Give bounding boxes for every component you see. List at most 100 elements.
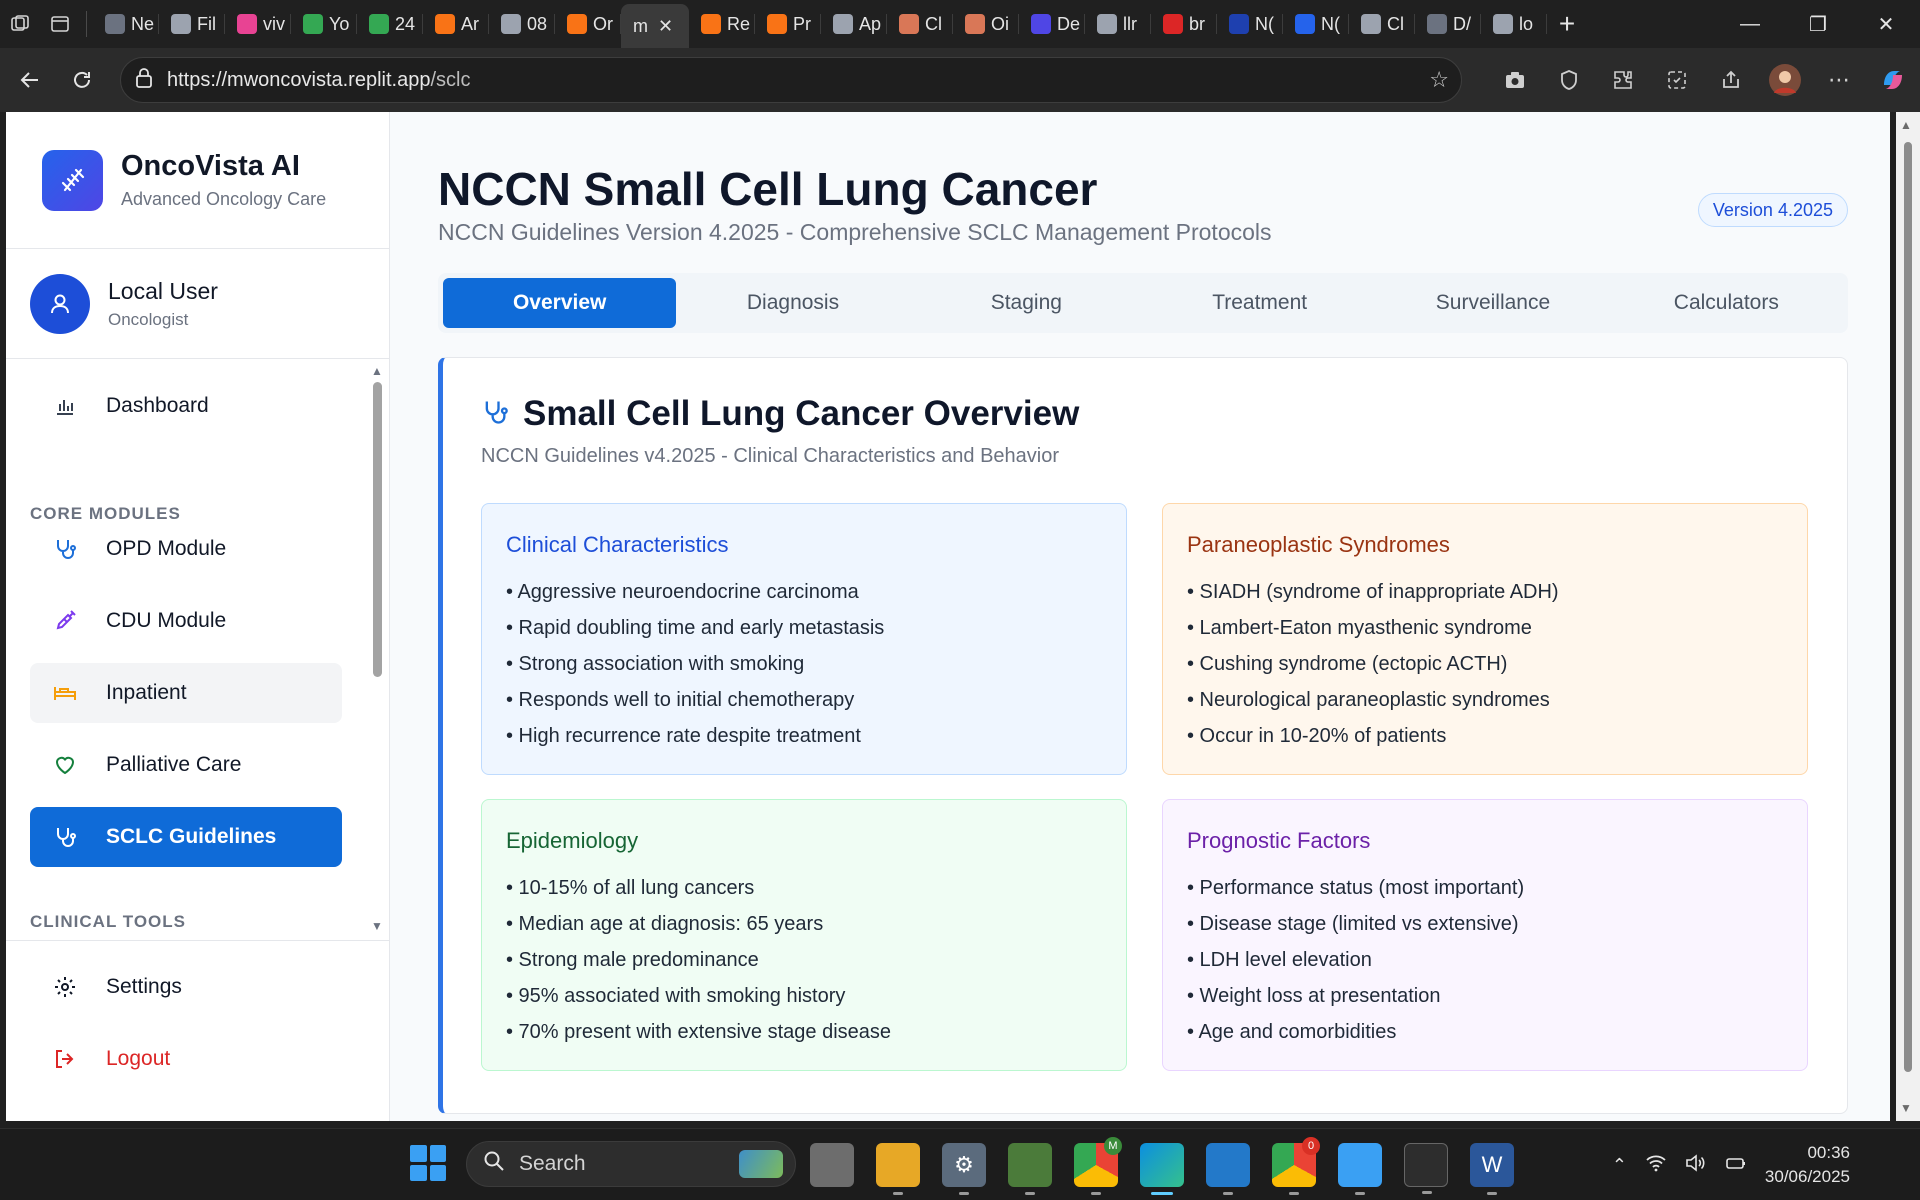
copilot-icon[interactable] bbox=[1866, 58, 1920, 102]
stethoscope-icon bbox=[52, 536, 78, 562]
list-item: • LDH level elevation bbox=[1187, 949, 1372, 971]
edge-browser-icon[interactable] bbox=[1140, 1143, 1184, 1195]
browser-tab[interactable]: N( bbox=[1217, 0, 1283, 48]
browser-tab[interactable]: Fil bbox=[159, 0, 225, 48]
sidebar-item-opd[interactable]: OPD Module bbox=[30, 519, 342, 579]
favorite-star-icon[interactable]: ☆ bbox=[1429, 67, 1449, 93]
sidebar-scrollbar[interactable]: ▲ ▼ bbox=[369, 360, 385, 937]
volume-icon[interactable] bbox=[1685, 1153, 1707, 1177]
browser-tab[interactable]: Ap bbox=[821, 0, 887, 48]
system-clock[interactable]: 00:36 30/06/2025 bbox=[1765, 1141, 1850, 1189]
sidebar-item-label: Settings bbox=[106, 975, 182, 998]
windows-start-icon[interactable] bbox=[410, 1145, 446, 1181]
tab-label: D/ bbox=[1453, 13, 1471, 34]
browser-tab[interactable]: m ✕ bbox=[621, 4, 689, 48]
address-bar[interactable]: https://mwoncovista.replit.app/sclc ☆ bbox=[120, 57, 1462, 103]
workspaces-icon[interactable] bbox=[0, 0, 40, 48]
sidebar-item-cdu[interactable]: CDU Module bbox=[30, 591, 342, 651]
card-title: Small Cell Lung Cancer Overview bbox=[523, 394, 1080, 433]
camera-icon[interactable] bbox=[1488, 58, 1542, 102]
back-button[interactable] bbox=[8, 58, 52, 102]
browser-tab[interactable]: Pr bbox=[755, 0, 821, 48]
browser-tab[interactable]: Oi bbox=[953, 0, 1019, 48]
browser-tab[interactable]: Cl bbox=[1349, 0, 1415, 48]
user-name: Local User bbox=[108, 277, 218, 304]
page-title: NCCN Small Cell Lung Cancer bbox=[438, 163, 1098, 215]
shield-icon[interactable] bbox=[1542, 58, 1596, 102]
browser-tab[interactable]: br bbox=[1151, 0, 1217, 48]
browser-tab[interactable]: Re bbox=[689, 0, 755, 48]
extensions-icon[interactable] bbox=[1596, 58, 1650, 102]
browser-tab[interactable]: viv bbox=[225, 0, 291, 48]
vscode-icon[interactable] bbox=[1206, 1143, 1250, 1195]
logout-icon bbox=[52, 1046, 78, 1072]
task-view-icon[interactable] bbox=[810, 1143, 854, 1187]
browser-tab[interactable]: D/ bbox=[1415, 0, 1481, 48]
sidebar-item-logout[interactable]: Logout bbox=[30, 1029, 342, 1089]
new-tab-button[interactable]: + bbox=[1547, 0, 1587, 48]
taskbar-search[interactable]: Search bbox=[466, 1141, 796, 1187]
word-icon[interactable]: W bbox=[1470, 1143, 1514, 1195]
prognostic-factors-box: Prognostic Factors • Performance status … bbox=[1162, 799, 1808, 1071]
browser-tab[interactable]: Cl bbox=[887, 0, 953, 48]
sidebar-item-dashboard[interactable]: Dashboard bbox=[30, 376, 342, 436]
scrollbar-thumb[interactable] bbox=[1904, 142, 1912, 1072]
sidebar-item-inpatient[interactable]: Inpatient bbox=[30, 663, 342, 723]
more-menu-icon[interactable]: ⋯ bbox=[1812, 58, 1866, 102]
restore-icon[interactable]: ❐ bbox=[1784, 0, 1852, 48]
tab-label: N( bbox=[1255, 13, 1274, 34]
browser-tab[interactable]: Yo bbox=[291, 0, 357, 48]
tab-calculators[interactable]: Calculators bbox=[1610, 278, 1843, 328]
browser-tab[interactable]: llr bbox=[1085, 0, 1151, 48]
clock-time: 00:36 bbox=[1807, 1143, 1850, 1162]
minimize-icon[interactable]: — bbox=[1716, 0, 1784, 48]
tab-staging[interactable]: Staging bbox=[910, 278, 1143, 328]
scroll-up-icon[interactable]: ▲ bbox=[1900, 118, 1912, 132]
chrome-icon[interactable]: 0 bbox=[1272, 1137, 1320, 1195]
list-item: • Strong association with smoking bbox=[506, 653, 805, 675]
browser-tab[interactable]: 24 bbox=[357, 0, 423, 48]
list-item: • Occur in 10-20% of patients bbox=[1187, 725, 1447, 747]
browser-tab[interactable]: Or bbox=[555, 0, 621, 48]
tab-overview[interactable]: Overview bbox=[443, 278, 677, 328]
tab-diagnosis[interactable]: Diagnosis bbox=[676, 278, 909, 328]
scroll-down-icon[interactable]: ▼ bbox=[1900, 1101, 1912, 1115]
browser-tab[interactable]: lo bbox=[1481, 0, 1547, 48]
browser-tab[interactable]: N( bbox=[1283, 0, 1349, 48]
taskbar: Search ⚙ M 0 W ⌃ 00:36 30/06/2025 bbox=[0, 1128, 1920, 1200]
syringe-icon bbox=[52, 608, 78, 634]
refresh-button[interactable] bbox=[60, 58, 104, 102]
terminal-icon[interactable] bbox=[1404, 1143, 1448, 1194]
scrollbar-thumb[interactable] bbox=[373, 382, 382, 677]
wifi-icon[interactable] bbox=[1645, 1154, 1667, 1177]
sidebar-item-palliative[interactable]: Palliative Care bbox=[30, 735, 342, 795]
scroll-down-icon[interactable]: ▼ bbox=[371, 919, 383, 933]
sidebar-item-sclc[interactable]: SCLC Guidelines bbox=[30, 807, 342, 867]
battery-icon[interactable] bbox=[1725, 1154, 1747, 1177]
system-tray: ⌃ 00:36 30/06/2025 bbox=[1612, 1129, 1920, 1200]
file-explorer-icon[interactable] bbox=[876, 1143, 920, 1195]
notepad-icon[interactable] bbox=[1338, 1143, 1382, 1195]
browser-tab[interactable]: De bbox=[1019, 0, 1085, 48]
browser-tab[interactable]: 08 bbox=[489, 0, 555, 48]
tab-label: lo bbox=[1519, 13, 1534, 34]
close-tab-icon[interactable]: ✕ bbox=[658, 16, 673, 37]
vertical-tabs-icon[interactable] bbox=[40, 0, 80, 48]
tab-surveillance[interactable]: Surveillance bbox=[1376, 278, 1609, 328]
chevron-up-icon[interactable]: ⌃ bbox=[1612, 1155, 1627, 1176]
tab-treatment[interactable]: Treatment bbox=[1143, 278, 1376, 328]
user-profile[interactable]: Local User Oncologist bbox=[6, 249, 389, 359]
settings-gear-icon[interactable]: ⚙ bbox=[942, 1143, 986, 1195]
image-editor-icon[interactable] bbox=[1008, 1143, 1052, 1195]
screenshot-icon[interactable] bbox=[1650, 58, 1704, 102]
page-scrollbar[interactable]: ▲ ▼ bbox=[1896, 112, 1920, 1121]
sidebar-item-settings[interactable]: Settings bbox=[30, 957, 342, 1017]
chrome-profile-icon[interactable]: M bbox=[1074, 1137, 1122, 1195]
guideline-tabs: Overview Diagnosis Staging Treatment Surveil… bbox=[438, 273, 1848, 333]
browser-tab[interactable]: Ne bbox=[93, 0, 159, 48]
browser-tab[interactable]: Ar bbox=[423, 0, 489, 48]
profile-avatar[interactable] bbox=[1758, 58, 1812, 102]
scroll-up-icon[interactable]: ▲ bbox=[371, 364, 383, 378]
close-window-icon[interactable]: ✕ bbox=[1852, 0, 1920, 48]
share-icon[interactable] bbox=[1704, 58, 1758, 102]
